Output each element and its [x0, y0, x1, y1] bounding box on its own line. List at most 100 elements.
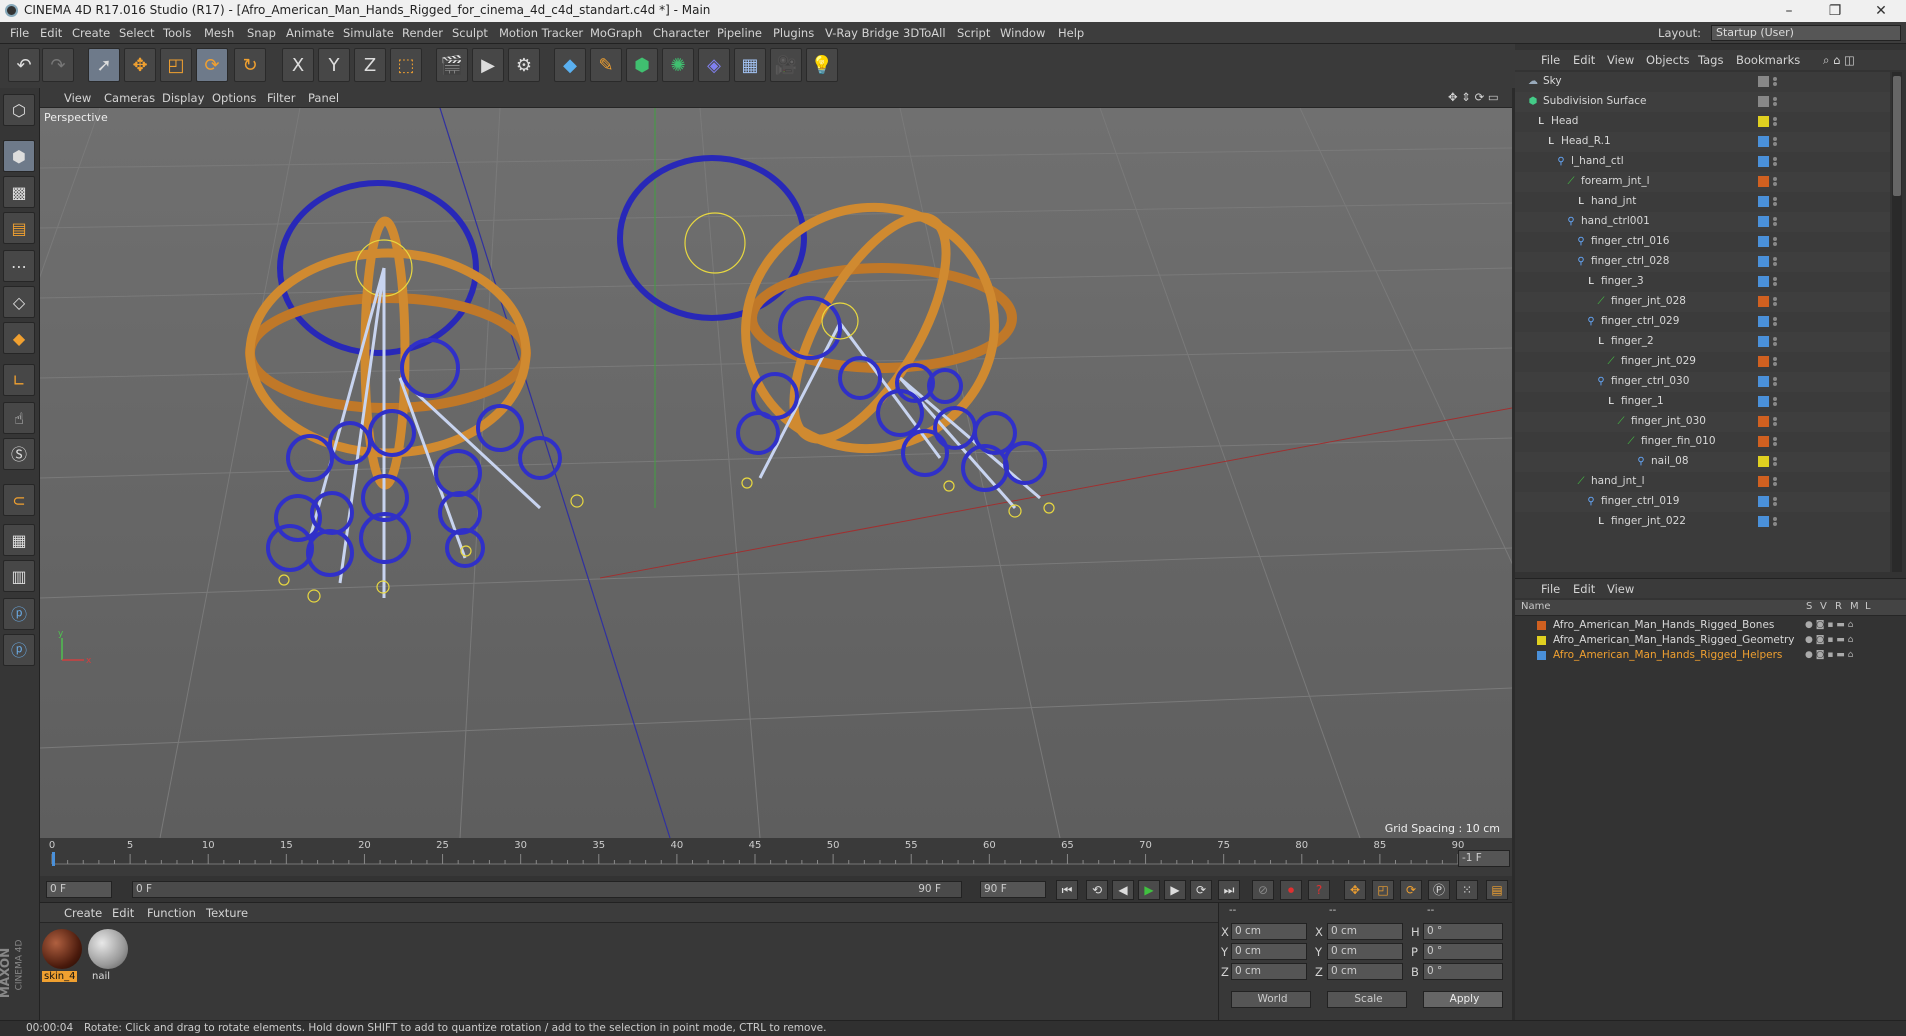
- object-name[interactable]: finger_1: [1621, 395, 1664, 407]
- z-axis-icon[interactable]: Z: [354, 48, 386, 82]
- magnet-icon[interactable]: ⊂: [3, 484, 35, 516]
- visibility-dots-icon[interactable]: [1773, 477, 1778, 486]
- render-settings-icon[interactable]: ⚙: [508, 48, 540, 82]
- object-row[interactable]: Lfinger_3: [1515, 272, 1890, 292]
- object-name[interactable]: l_hand_ctl: [1571, 155, 1624, 167]
- om-menu-bookmarks[interactable]: Bookmarks: [1736, 53, 1800, 67]
- size-y-field[interactable]: 0 cm: [1327, 943, 1403, 960]
- object-name[interactable]: finger_ctrl_016: [1591, 235, 1669, 247]
- menu-select[interactable]: Select: [119, 26, 154, 40]
- layer-color-swatch[interactable]: [1537, 621, 1546, 630]
- layer-row[interactable]: Afro_American_Man_Hands_Rigged_Helpers ● …: [1515, 648, 1906, 663]
- object-row[interactable]: ⟋ forearm_jnt_l: [1515, 172, 1890, 192]
- menu-animate[interactable]: Animate: [286, 26, 334, 40]
- om-menu-objects[interactable]: Objects: [1646, 53, 1689, 67]
- key-param-icon[interactable]: Ⓟ: [1428, 880, 1450, 900]
- material-skin-thumbnail[interactable]: [42, 929, 82, 969]
- layer-color-tag[interactable]: [1758, 216, 1769, 227]
- layer-color-tag[interactable]: [1758, 96, 1769, 107]
- layer-color-tag[interactable]: [1758, 116, 1769, 127]
- texture-mode-icon[interactable]: ▩: [3, 176, 35, 208]
- object-name[interactable]: Head_R.1: [1561, 135, 1611, 147]
- layer-color-tag[interactable]: [1758, 76, 1769, 87]
- layer-color-tag[interactable]: [1758, 236, 1769, 247]
- vp-menu-panel[interactable]: Panel: [308, 91, 339, 105]
- render-view-icon[interactable]: ▶: [472, 48, 504, 82]
- object-name[interactable]: finger_ctrl_030: [1611, 375, 1689, 387]
- mat-menu-texture[interactable]: Texture: [206, 906, 248, 920]
- layer-color-tag[interactable]: [1758, 476, 1769, 487]
- layer-color-tag[interactable]: [1758, 316, 1769, 327]
- material-nail-thumbnail[interactable]: [88, 929, 128, 969]
- visibility-dots-icon[interactable]: [1773, 257, 1778, 266]
- layer-color-tag[interactable]: [1758, 176, 1769, 187]
- object-row[interactable]: ⟋ finger_jnt_028: [1515, 292, 1890, 312]
- menu-vray-bridge[interactable]: V-Ray Bridge: [825, 26, 899, 40]
- layer-color-tag[interactable]: [1758, 196, 1769, 207]
- layer-color-tag[interactable]: [1758, 396, 1769, 407]
- rotate-icon[interactable]: ⟳: [196, 48, 228, 82]
- layer-color-tag[interactable]: [1758, 256, 1769, 267]
- object-row[interactable]: ⚲ l_hand_ctl: [1515, 152, 1890, 172]
- rot-b-field[interactable]: 0 °: [1423, 963, 1503, 980]
- object-name[interactable]: finger_2: [1611, 335, 1654, 347]
- python2-icon[interactable]: ⓟ: [3, 634, 35, 666]
- object-name[interactable]: finger_jnt_028: [1611, 295, 1686, 307]
- visibility-dots-icon[interactable]: [1773, 317, 1778, 326]
- subdivision-icon[interactable]: ⬢: [626, 48, 658, 82]
- lm-menu-view[interactable]: View: [1607, 582, 1634, 596]
- end-frame-field[interactable]: 90 F: [980, 881, 1046, 898]
- planar-workplane-icon[interactable]: ▥: [3, 560, 35, 592]
- key-scale-icon[interactable]: ◰: [1372, 880, 1394, 900]
- object-name[interactable]: Subdivision Surface: [1543, 95, 1647, 107]
- visibility-dots-icon[interactable]: [1773, 497, 1778, 506]
- camera-icon[interactable]: 🎥: [770, 48, 802, 82]
- layer-color-tag[interactable]: [1758, 376, 1769, 387]
- object-row[interactable]: ⚲ finger_ctrl_019: [1515, 492, 1890, 512]
- visibility-dots-icon[interactable]: [1773, 277, 1778, 286]
- apply-button[interactable]: Apply: [1423, 991, 1503, 1008]
- object-name[interactable]: finger_ctrl_028: [1591, 255, 1669, 267]
- coord-space-select[interactable]: World: [1231, 991, 1311, 1008]
- layer-name[interactable]: Afro_American_Man_Hands_Rigged_Geometry: [1553, 634, 1795, 646]
- layer-color-tag[interactable]: [1758, 496, 1769, 507]
- object-name[interactable]: finger_jnt_029: [1621, 355, 1696, 367]
- layer-name[interactable]: Afro_American_Man_Hands_Rigged_Bones: [1553, 619, 1774, 631]
- light-icon[interactable]: 💡: [806, 48, 838, 82]
- layer-color-tag[interactable]: [1758, 296, 1769, 307]
- menu-character[interactable]: Character: [653, 26, 710, 40]
- vp-menu-view[interactable]: View: [64, 91, 91, 105]
- mat-menu-function[interactable]: Function: [147, 906, 196, 920]
- next-key-icon[interactable]: ⟳: [1190, 880, 1212, 900]
- object-name[interactable]: forearm_jnt_l: [1581, 175, 1650, 187]
- frame-range-slider[interactable]: 0 F 90 F: [132, 881, 962, 898]
- visibility-dots-icon[interactable]: [1773, 297, 1778, 306]
- object-row[interactable]: ⟋ finger_jnt_029: [1515, 352, 1890, 372]
- play-icon[interactable]: ▶: [1138, 880, 1160, 900]
- layer-color-tag[interactable]: [1758, 156, 1769, 167]
- edges-mode-icon[interactable]: ◇: [3, 286, 35, 318]
- object-name[interactable]: finger_ctrl_029: [1601, 315, 1679, 327]
- menu-help[interactable]: Help: [1058, 26, 1084, 40]
- redo-icon[interactable]: ↷: [42, 48, 74, 82]
- layer-row[interactable]: Afro_American_Man_Hands_Rigged_Bones ● ◙ …: [1515, 618, 1906, 633]
- floor-icon[interactable]: ▦: [734, 48, 766, 82]
- layer-color-tag[interactable]: [1758, 416, 1769, 427]
- visibility-dots-icon[interactable]: [1773, 457, 1778, 466]
- prev-key-icon[interactable]: ⟲: [1086, 880, 1108, 900]
- visibility-dots-icon[interactable]: [1773, 177, 1778, 186]
- render-region-icon[interactable]: 🎬: [436, 48, 468, 82]
- visibility-dots-icon[interactable]: [1773, 97, 1778, 106]
- menu-file[interactable]: File: [10, 26, 29, 40]
- object-name[interactable]: Sky: [1543, 75, 1562, 87]
- lock-workplane-icon[interactable]: ▦: [3, 524, 35, 556]
- select-arrow-icon[interactable]: ➚: [88, 48, 120, 82]
- next-frame-icon[interactable]: ▶: [1164, 880, 1186, 900]
- layer-color-tag[interactable]: [1758, 356, 1769, 367]
- y-axis-icon[interactable]: Y: [318, 48, 350, 82]
- python-icon[interactable]: ⓟ: [3, 598, 35, 630]
- om-search-icon[interactable]: ⌕ ⌂ ◫: [1823, 53, 1855, 68]
- size-z-field[interactable]: 0 cm: [1327, 963, 1403, 980]
- menu-tools[interactable]: Tools: [163, 26, 191, 40]
- layer-color-swatch[interactable]: [1537, 651, 1546, 660]
